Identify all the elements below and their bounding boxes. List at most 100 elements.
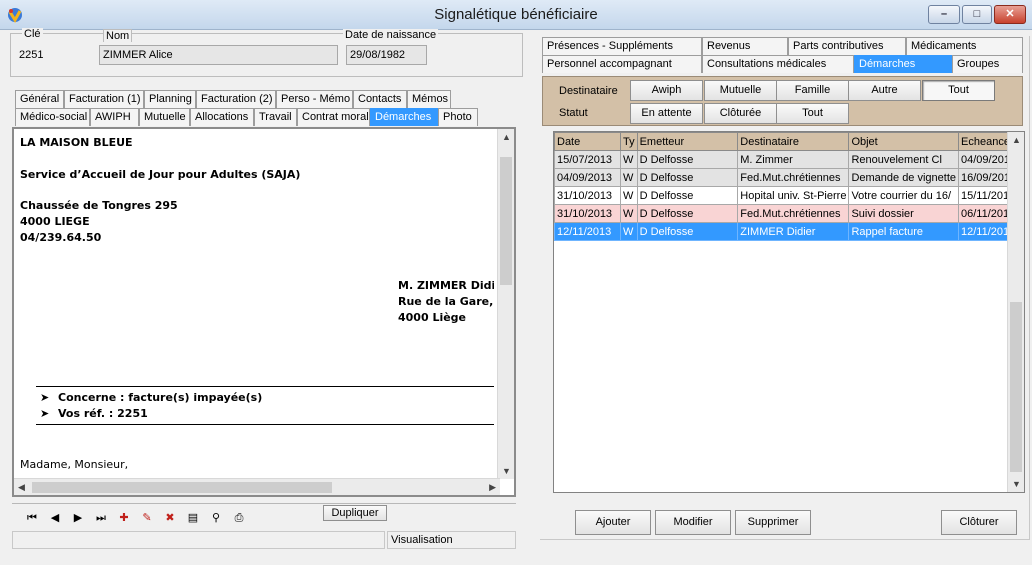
tab-consultations-medicales[interactable]: Consultations médicales xyxy=(702,55,854,73)
edit-record-icon[interactable]: ✎ xyxy=(139,510,155,526)
print-icon[interactable]: ⎙ xyxy=(231,510,247,526)
tab-photo[interactable]: Photo xyxy=(438,108,478,126)
delete-record-icon[interactable]: ✖ xyxy=(162,510,178,526)
cell-emetteur: D Delfosse xyxy=(636,222,739,241)
letter-city: 4000 LIEGE xyxy=(20,215,90,228)
column-header-objet[interactable]: Objet xyxy=(848,132,960,151)
cell-emetteur: D Delfosse xyxy=(636,168,739,187)
filter-statut-options-tout-button[interactable]: Tout xyxy=(776,103,849,124)
tab-demarches[interactable]: Démarches xyxy=(854,55,952,73)
bullet-arrow-icon: ➤ xyxy=(40,391,50,404)
ajouter-button[interactable]: Ajouter xyxy=(575,510,651,535)
tab-contacts[interactable]: Contacts xyxy=(353,90,407,108)
filter-statut-options-en-attente-button[interactable]: En attente xyxy=(630,103,703,124)
cell-objet: Demande de vignette xyxy=(848,168,960,187)
scroll-up-icon[interactable]: ▲ xyxy=(1012,135,1021,145)
tab-mutuelle[interactable]: Mutuelle xyxy=(139,108,190,126)
column-header-destinataire[interactable]: Destinataire xyxy=(737,132,850,151)
tab-groupes[interactable]: Groupes xyxy=(952,55,1023,73)
status-bar-mode: Visualisation xyxy=(387,531,516,549)
table-header-row: Date Ty Emetteur Destinataire Objet Echeance xyxy=(554,132,1024,151)
letter-rule-bottom xyxy=(36,424,494,425)
letter-recipient-name: M. ZIMMER Didie xyxy=(398,279,494,292)
tab-parts-contributives[interactable]: Parts contributives xyxy=(788,37,906,55)
tab-presences-supplements[interactable]: Présences - Suppléments xyxy=(542,37,702,55)
cell-ty: W xyxy=(619,222,638,241)
search-binoculars-icon[interactable]: ⚲ xyxy=(208,510,224,526)
last-record-icon[interactable]: ⏭ xyxy=(93,510,109,526)
tab-medico-social[interactable]: Médico-social xyxy=(15,108,90,126)
scroll-up-icon[interactable]: ▲ xyxy=(502,132,511,142)
scroll-right-icon[interactable]: ▶ xyxy=(489,482,496,493)
minimize-button[interactable]: – xyxy=(928,5,960,24)
demarches-table[interactable]: Date Ty Emetteur Destinataire Objet Echeance … xyxy=(553,131,1025,493)
cell-destinataire: ZIMMER Didier xyxy=(737,222,850,241)
close-button[interactable]: ✕ xyxy=(994,5,1026,24)
tab-planning[interactable]: Planning xyxy=(144,90,196,108)
dob-label: Date de naissance xyxy=(343,29,439,41)
tab-memos[interactable]: Mémos xyxy=(407,90,451,108)
cell-emetteur: D Delfosse xyxy=(636,150,739,169)
tab-personnel-accompagnant[interactable]: Personnel accompagnant xyxy=(542,55,702,73)
maximize-button[interactable]: □ xyxy=(962,5,992,24)
table-vertical-scrollbar[interactable]: ▲ ▼ xyxy=(1007,132,1024,492)
nom-label: Nom xyxy=(103,29,133,42)
add-record-icon[interactable]: ✚ xyxy=(116,510,132,526)
filter-destinataire-options-awiph-button[interactable]: Awiph xyxy=(630,80,703,101)
column-header-date[interactable]: Date xyxy=(554,132,621,151)
tab-awiph[interactable]: AWIPH xyxy=(90,108,139,126)
tab-contrat-moral[interactable]: Contrat moral xyxy=(297,108,370,126)
scroll-down-icon[interactable]: ▼ xyxy=(1012,479,1021,489)
scroll-thumb[interactable] xyxy=(1010,302,1022,472)
next-record-icon[interactable]: ▶ xyxy=(70,510,86,526)
scroll-down-icon[interactable]: ▼ xyxy=(502,466,511,476)
tab-perso-memo[interactable]: Perso - Mémo xyxy=(276,90,353,108)
status-bar-left xyxy=(12,531,385,549)
cell-date: 31/10/2013 xyxy=(554,186,621,205)
scroll-thumb[interactable] xyxy=(500,157,512,285)
table-row[interactable]: 15/07/2013 W D Delfosse M. Zimmer Renouvelem… xyxy=(554,150,1024,169)
table-row[interactable]: 04/09/2013 W D Delfosse Fed.Mut.chrétiennes… xyxy=(554,168,1024,187)
modifier-button[interactable]: Modifier xyxy=(655,510,731,535)
column-header-ty[interactable]: Ty xyxy=(619,132,638,151)
letter-horizontal-scrollbar[interactable]: ◀ ▶ xyxy=(14,478,500,495)
tab-demarches[interactable]: Démarches xyxy=(370,108,438,126)
filter-destinataire-options-autre-button[interactable]: Autre xyxy=(848,80,921,101)
dupliquer-button[interactable]: Dupliquer xyxy=(323,505,387,521)
cell-date: 31/10/2013 xyxy=(554,204,621,223)
tab-medicaments[interactable]: Médicaments xyxy=(906,37,1023,55)
destinataire-label: Destinataire xyxy=(559,85,618,97)
first-record-icon[interactable]: ⏮ xyxy=(24,510,40,526)
letter-recipient-city: 4000 Liège xyxy=(398,311,467,324)
maximize-icon: □ xyxy=(973,8,981,20)
cell-destinataire: M. Zimmer xyxy=(737,150,850,169)
table-row[interactable]: 31/10/2013 W D Delfosse Hopital univ. St-Pi… xyxy=(554,186,1024,205)
table-row[interactable]: 12/11/2013 W D Delfosse ZIMMER Didier Rappel… xyxy=(554,222,1024,241)
column-header-emetteur[interactable]: Emetteur xyxy=(636,132,739,151)
scroll-thumb[interactable] xyxy=(32,482,332,493)
cell-emetteur: D Delfosse xyxy=(636,204,739,223)
tab-facturation-2[interactable]: Facturation (2) xyxy=(196,90,276,108)
nom-field[interactable]: ZIMMER Alice xyxy=(99,45,338,65)
letter-vertical-scrollbar[interactable]: ▲ ▼ xyxy=(497,129,514,479)
dob-field[interactable]: 29/08/1982 xyxy=(346,45,427,65)
filter-destinataire-options-famille-button[interactable]: Famille xyxy=(776,80,849,101)
list-view-icon[interactable]: ▤ xyxy=(185,510,201,526)
tab-general[interactable]: Général xyxy=(15,90,64,108)
cloturer-button[interactable]: Clôturer xyxy=(941,510,1017,535)
letter-vos-ref: Vos réf. : 2251 xyxy=(58,407,148,420)
scroll-left-icon[interactable]: ◀ xyxy=(18,482,25,493)
tab-revenus[interactable]: Revenus xyxy=(702,37,788,55)
previous-record-icon[interactable]: ◀ xyxy=(47,510,63,526)
tab-facturation-1[interactable]: Facturation (1) xyxy=(64,90,144,108)
cell-emetteur: D Delfosse xyxy=(636,186,739,205)
table-row[interactable]: 31/10/2013 W D Delfosse Fed.Mut.chrétiennes… xyxy=(554,204,1024,223)
cell-date: 15/07/2013 xyxy=(554,150,621,169)
filter-statut-options-cloturee-button[interactable]: Clôturée xyxy=(704,103,777,124)
tab-allocations[interactable]: Allocations xyxy=(190,108,254,126)
filter-destinataire-options-tout-button[interactable]: Tout xyxy=(922,80,995,101)
supprimer-button[interactable]: Supprimer xyxy=(735,510,811,535)
tab-travail[interactable]: Travail xyxy=(254,108,297,126)
letter-preview[interactable]: LA MAISON BLEUE Service d’Accueil de Jou… xyxy=(12,127,516,497)
filter-destinataire-options-mutuelle-button[interactable]: Mutuelle xyxy=(704,80,777,101)
